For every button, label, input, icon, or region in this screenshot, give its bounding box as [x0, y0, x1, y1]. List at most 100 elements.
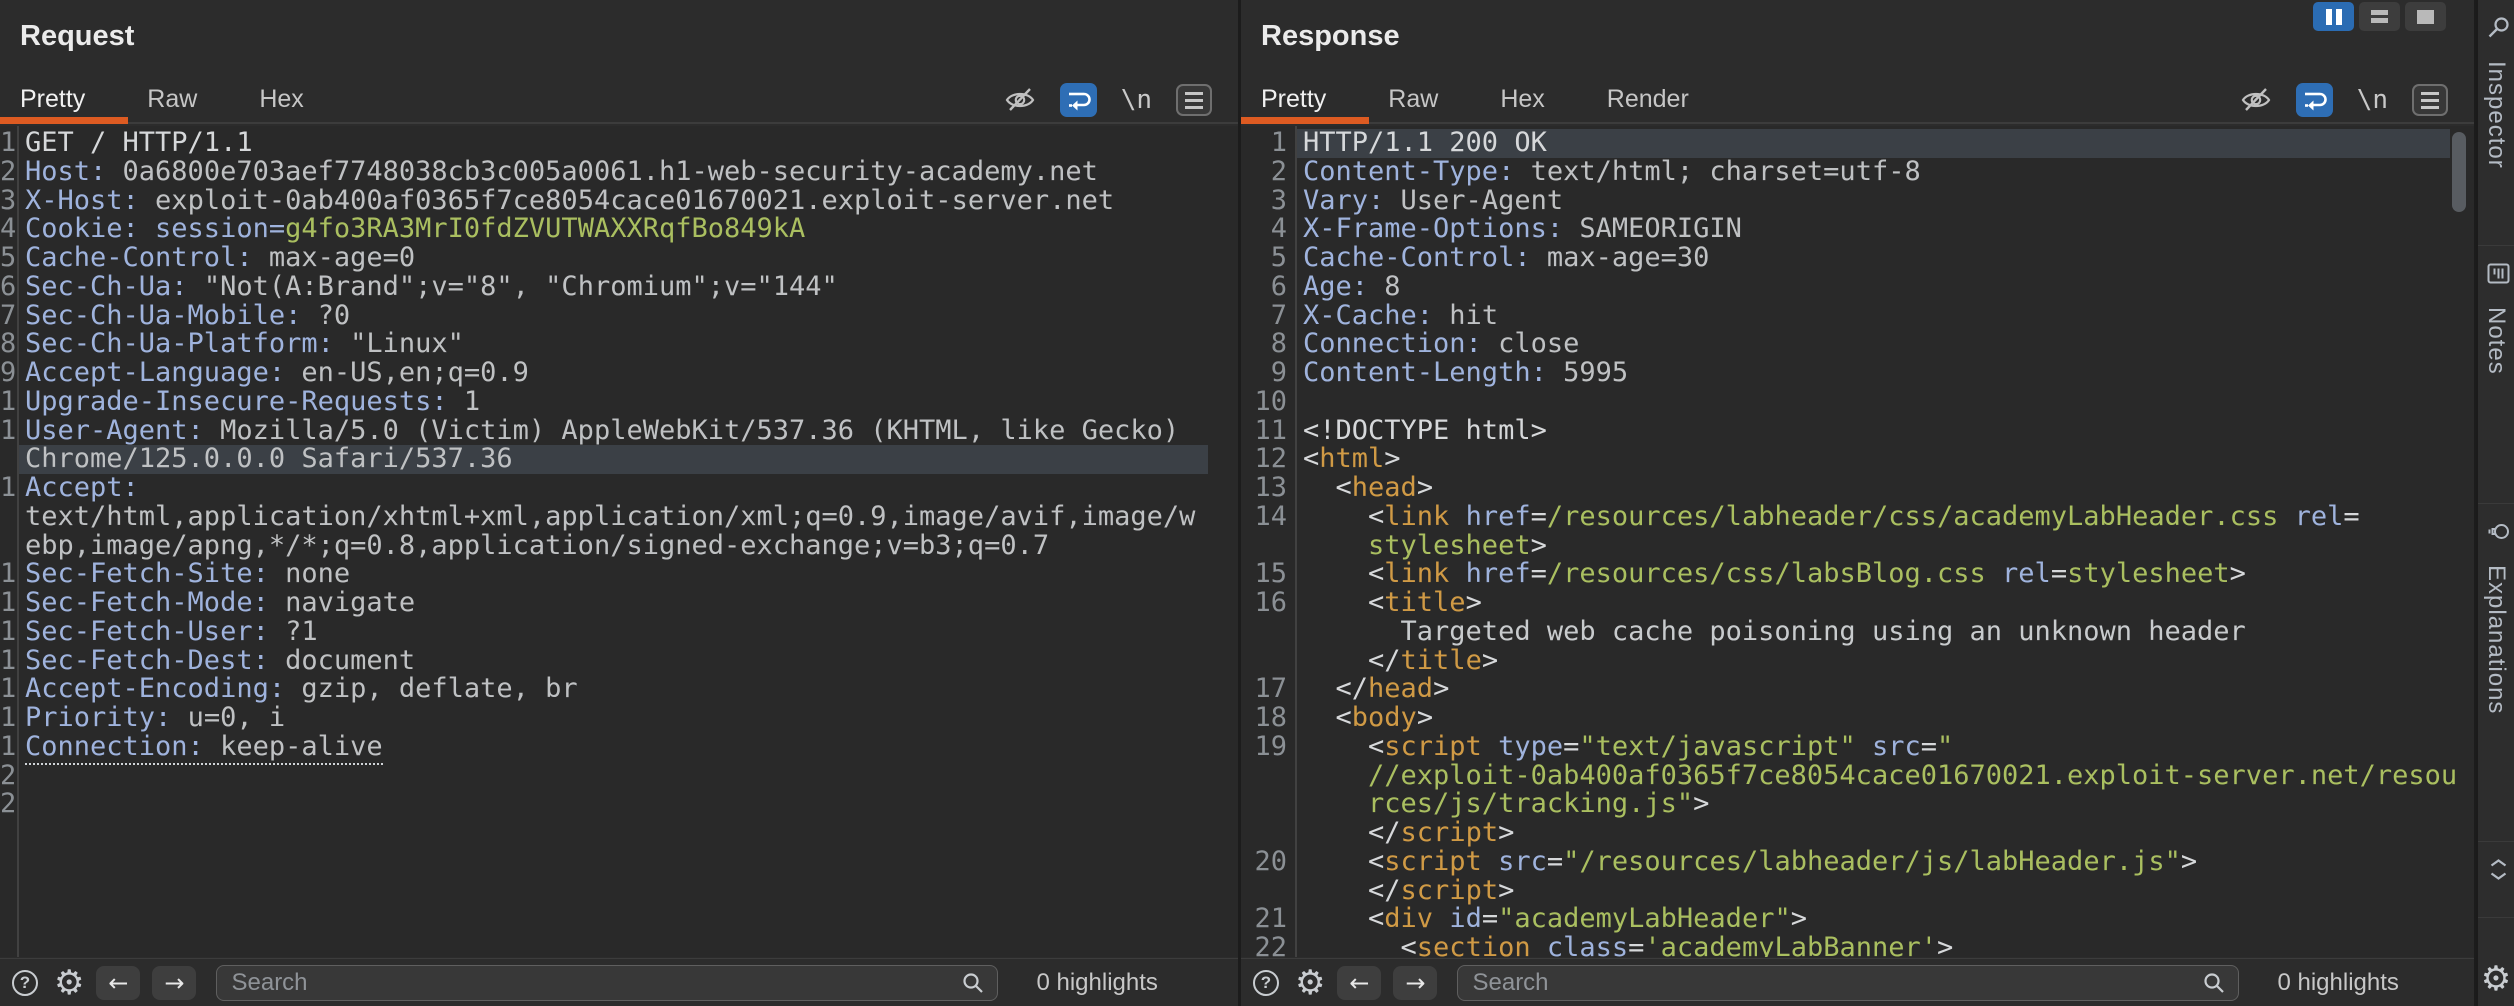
code-line[interactable]: 11<!DOCTYPE html>	[1241, 417, 2474, 446]
code-line[interactable]: stylesheet>	[1241, 532, 2474, 561]
line-number: 5	[1241, 244, 1295, 273]
code-line[interactable]: ebp,image/apng,*/*;q=0.8,application/sig…	[0, 532, 1238, 561]
word-wrap-icon[interactable]	[2296, 83, 2333, 117]
single-layout-button[interactable]	[2405, 2, 2446, 31]
arrow-left-icon[interactable]: ←	[1337, 966, 1381, 1000]
code-line[interactable]: 22 <section class='academyLabBanner'>	[1241, 934, 2474, 957]
search-input[interactable]	[216, 965, 998, 1001]
settings-gear-icon[interactable]: ⚙	[54, 966, 84, 1000]
vertical-scrollbar[interactable]	[2452, 132, 2466, 212]
code-line[interactable]: //exploit-0ab400af0365f7ce8054cace016700…	[1241, 762, 2474, 791]
sidebar-tab-extra[interactable]	[2478, 842, 2514, 918]
line-number: 2	[0, 158, 17, 187]
code-line[interactable]: 8Sec-Ch-Ua-Platform: "Linux"	[0, 330, 1238, 359]
code-line[interactable]: 6Age: 8	[1241, 273, 2474, 302]
code-line[interactable]: 9Content-Length: 5995	[1241, 359, 2474, 388]
code-line[interactable]: 4Cookie: session=g4fo3RA3MrI0fdZVUTWAXXR…	[0, 215, 1238, 244]
code-line[interactable]: 3Vary: User-Agent	[1241, 187, 2474, 216]
code-line[interactable]: 17Accept-Encoding: gzip, deflate, br	[0, 675, 1238, 704]
code-line[interactable]: 1GET / HTTP/1.1	[0, 129, 1238, 158]
code-line[interactable]: rces/js/tracking.js">	[1241, 790, 2474, 819]
code-line[interactable]: 16 <title>	[1241, 589, 2474, 618]
code-line[interactable]: 11User-Agent: Mozilla/5.0 (Victim) Apple…	[0, 417, 1238, 446]
tab-render[interactable]: Render	[1607, 85, 1689, 114]
request-editor[interactable]: 1GET / HTTP/1.12Host: 0a6800e703aef77480…	[0, 126, 1238, 957]
arrow-right-icon[interactable]: →	[1393, 966, 1437, 1000]
tab-raw[interactable]: Raw	[147, 85, 197, 114]
code-line[interactable]: Chrome/125.0.0.0 Safari/537.36	[0, 445, 1238, 474]
response-editor[interactable]: 1HTTP/1.1 200 OK2Content-Type: text/html…	[1241, 126, 2474, 957]
menu-icon[interactable]	[2412, 84, 2448, 116]
line-number	[0, 503, 17, 532]
code-line[interactable]: 21 <div id="academyLabHeader">	[1241, 905, 2474, 934]
code-line[interactable]: 7Sec-Ch-Ua-Mobile: ?0	[0, 302, 1238, 331]
search-input[interactable]	[1457, 965, 2239, 1001]
code-line[interactable]: 13 <head>	[1241, 474, 2474, 503]
code-line[interactable]: 14Sec-Fetch-Mode: navigate	[0, 589, 1238, 618]
code-line[interactable]: 10	[1241, 388, 2474, 417]
code-line[interactable]: 18 <body>	[1241, 704, 2474, 733]
code-line[interactable]: 12Accept:	[0, 474, 1238, 503]
code-line[interactable]: 15Sec-Fetch-User: ?1	[0, 618, 1238, 647]
code-line[interactable]: 16Sec-Fetch-Dest: document	[0, 647, 1238, 676]
code-line[interactable]: 3X-Host: exploit-0ab400af0365f7ce8054cac…	[0, 187, 1238, 216]
code-line[interactable]: </script>	[1241, 819, 2474, 848]
code-line[interactable]: 7X-Cache: hit	[1241, 302, 2474, 331]
tab-hex[interactable]: Hex	[259, 85, 303, 114]
burp-repeater-view: { "glyphs": {"help":"?", "back":"←", "fo…	[0, 0, 2514, 1006]
magnifier-icon	[2201, 970, 2227, 996]
sidebar-tab-label: Inspector	[2482, 61, 2510, 169]
code-line[interactable]: 15 <link href=/resources/css/labsBlog.cs…	[1241, 560, 2474, 589]
code-line[interactable]: </script>	[1241, 877, 2474, 906]
code-line[interactable]: 2Host: 0a6800e703aef7748038cb3c005a0061.…	[0, 158, 1238, 187]
tab-pretty[interactable]: Pretty	[1261, 85, 1326, 114]
menu-icon[interactable]	[1176, 84, 1212, 116]
hide-matches-eye-icon[interactable]	[2240, 86, 2272, 114]
code-line[interactable]: 5Cache-Control: max-age=30	[1241, 244, 2474, 273]
code-line[interactable]: 12<html>	[1241, 445, 2474, 474]
code-line[interactable]: 4X-Frame-Options: SAMEORIGIN	[1241, 215, 2474, 244]
newline-icon[interactable]: \n	[2357, 85, 2388, 115]
code-line[interactable]: 10Upgrade-Insecure-Requests: 1	[0, 388, 1238, 417]
gutter-divider	[17, 126, 19, 957]
code-line[interactable]: 8Connection: close	[1241, 330, 2474, 359]
code-line[interactable]: 19Connection: keep-alive	[0, 733, 1238, 762]
arrow-right-icon[interactable]: →	[152, 966, 196, 1000]
newline-icon[interactable]: \n	[1121, 85, 1152, 115]
sidebar-tab-inspector[interactable]: Inspector	[2478, 0, 2514, 246]
code-line[interactable]: 18Priority: u=0, i	[0, 704, 1238, 733]
tab-hex[interactable]: Hex	[1500, 85, 1544, 114]
code-line[interactable]: 14 <link href=/resources/labheader/css/a…	[1241, 503, 2474, 532]
sidebar-tab-explanations[interactable]: Explanations	[2478, 504, 2514, 842]
code-line[interactable]: 20	[0, 762, 1238, 791]
code-line[interactable]: 13Sec-Fetch-Site: none	[0, 560, 1238, 589]
settings-gear-icon[interactable]: ⚙	[1295, 966, 1325, 1000]
code-line[interactable]: </title>	[1241, 647, 2474, 676]
arrow-left-icon[interactable]: ←	[96, 966, 140, 1000]
right-sidebar: Inspector Notes Explanations ⚙	[2476, 0, 2514, 1006]
code-line[interactable]: 9Accept-Language: en-US,en;q=0.9	[0, 359, 1238, 388]
help-icon[interactable]: ?	[1253, 970, 1279, 996]
line-number: 16	[1241, 589, 1295, 618]
code-line[interactable]: 5Cache-Control: max-age=0	[0, 244, 1238, 273]
code-line[interactable]: 20 <script src="/resources/labheader/js/…	[1241, 848, 2474, 877]
code-line[interactable]: 21	[0, 790, 1238, 819]
code-line[interactable]: 2Content-Type: text/html; charset=utf-8	[1241, 158, 2474, 187]
code-line[interactable]: 1HTTP/1.1 200 OK	[1241, 129, 2474, 158]
code-line[interactable]: 17 </head>	[1241, 675, 2474, 704]
code-line[interactable]: 6Sec-Ch-Ua: "Not(A:Brand";v="8", "Chromi…	[0, 273, 1238, 302]
help-icon[interactable]: ?	[12, 970, 38, 996]
code-line[interactable]: Targeted web cache poisoning using an un…	[1241, 618, 2474, 647]
sidebar-tab-label: Notes	[2482, 307, 2510, 375]
settings-gear-icon[interactable]: ⚙	[2481, 962, 2511, 996]
rows-layout-button[interactable]	[2359, 2, 2400, 31]
code-line[interactable]: text/html,application/xhtml+xml,applicat…	[0, 503, 1238, 532]
line-number	[0, 445, 17, 474]
tab-pretty[interactable]: Pretty	[20, 85, 85, 114]
columns-layout-button[interactable]	[2313, 2, 2354, 31]
sidebar-tab-notes[interactable]: Notes	[2478, 246, 2514, 504]
tab-raw[interactable]: Raw	[1388, 85, 1438, 114]
word-wrap-icon[interactable]	[1060, 83, 1097, 117]
code-line[interactable]: 19 <script type="text/javascript" src="	[1241, 733, 2474, 762]
hide-matches-eye-icon[interactable]	[1004, 86, 1036, 114]
